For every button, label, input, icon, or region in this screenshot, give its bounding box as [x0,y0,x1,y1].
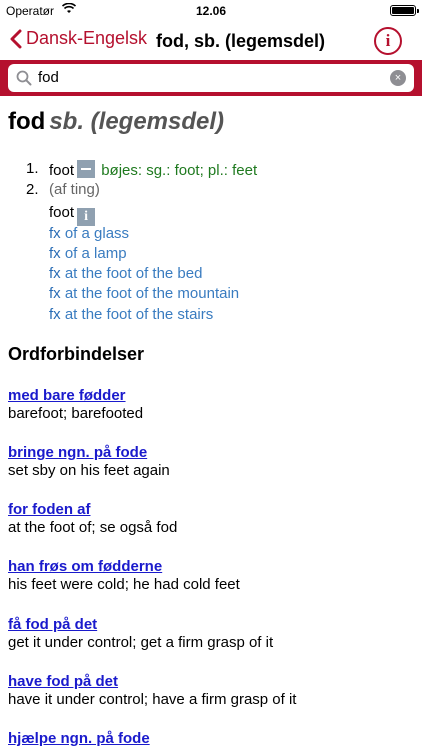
back-button[interactable]: Dansk-Engelsk [10,28,147,49]
status-time: 12.06 [195,4,227,18]
chevron-left-icon [10,29,22,48]
phrase-item: for foden af at the foot of; se også fod [8,501,177,536]
phrase-translation: set sby on his feet again [8,462,170,479]
example-text: of a glass [64,225,130,242]
info-button[interactable]: i [374,27,402,55]
search-input[interactable]: fod × [8,64,414,92]
phrase-link[interactable]: for foden af [8,501,177,518]
search-bar: fod × [0,60,422,96]
example-prefix: fx [49,285,61,302]
phrase-link[interactable]: med bare fødder [8,387,143,404]
example-prefix: fx [49,265,61,282]
phrase-item: have fod på det have it under control; h… [8,673,296,708]
phrase-link[interactable]: hjælpe ngn. på fode [8,730,150,747]
phrase-translation: have it under control; have a firm grasp… [8,691,297,708]
phrase-link[interactable]: han frøs om fødderne [8,558,240,575]
phrase-link[interactable]: have fod på det [8,673,296,690]
battery-icon [390,5,419,16]
nav-bar: Dansk-Engelsk fod, sb. (legemsdel) i [0,22,422,64]
section-title: Ordforbindelser [8,344,145,364]
entry-headword: fod sb. (legemsdel) [8,108,224,136]
example-text: at the foot of the bed [64,265,203,282]
example-item: fx at the foot of the mountain [49,285,239,302]
sense-number: 2. [26,181,39,198]
phrase-translation: get it under control; get a firm grasp o… [8,634,274,651]
phrase-link[interactable]: få fod på det [8,616,273,633]
example-text: of a lamp [64,245,127,262]
sense-translation: foot bøjes: sg.: foot; pl.: feet [49,160,257,179]
phrase-item: bringe ngn. på fode set sby on his feet … [8,444,170,479]
status-bar: Operatør 12.06 [0,0,422,22]
translation-text: foot [49,204,75,221]
sense-number: 1. [26,160,39,177]
translation-text: foot [49,162,75,179]
collapse-icon[interactable] [77,160,96,178]
clear-search-icon[interactable]: × [390,70,406,86]
back-button-label: Dansk-Engelsk [26,28,148,48]
example-text: at the foot of the stairs [64,306,214,323]
phrase-item: med bare fødder barefoot; barefooted [8,387,143,422]
search-query: fod [38,69,59,86]
inflection-text: bøjes: sg.: foot; pl.: feet [101,162,258,179]
search-icon [16,70,32,91]
sense-translation: foot i [49,204,96,226]
phrase-item: få fod på det get it under control; get … [8,616,273,651]
example-item: fx of a lamp [49,245,127,262]
example-prefix: fx [49,306,61,323]
phrase-item: hjælpe ngn. på fode [8,730,150,748]
headword-grammar: sb. (legemsdel) [49,108,225,135]
info-icon[interactable]: i [77,208,96,226]
example-item: fx at the foot of the stairs [49,306,213,323]
phrase-link[interactable]: bringe ngn. på fode [8,444,170,461]
phrase-item: han frøs om fødderne his feet were cold;… [8,558,240,593]
phrase-translation: at the foot of; se også fod [8,519,178,536]
sense-context: (af ting) [49,181,100,198]
phrase-translation: barefoot; barefooted [8,405,144,422]
example-item: fx of a glass [49,225,129,242]
phrase-translation: his feet were cold; he had cold feet [8,576,240,593]
page-title: fod, sb. (legemsdel) [156,31,326,51]
example-text: at the foot of the mountain [64,285,240,302]
example-item: fx at the foot of the bed [49,265,202,282]
example-prefix: fx [49,225,61,242]
headword-text: fod [8,108,46,135]
example-prefix: fx [49,245,61,262]
